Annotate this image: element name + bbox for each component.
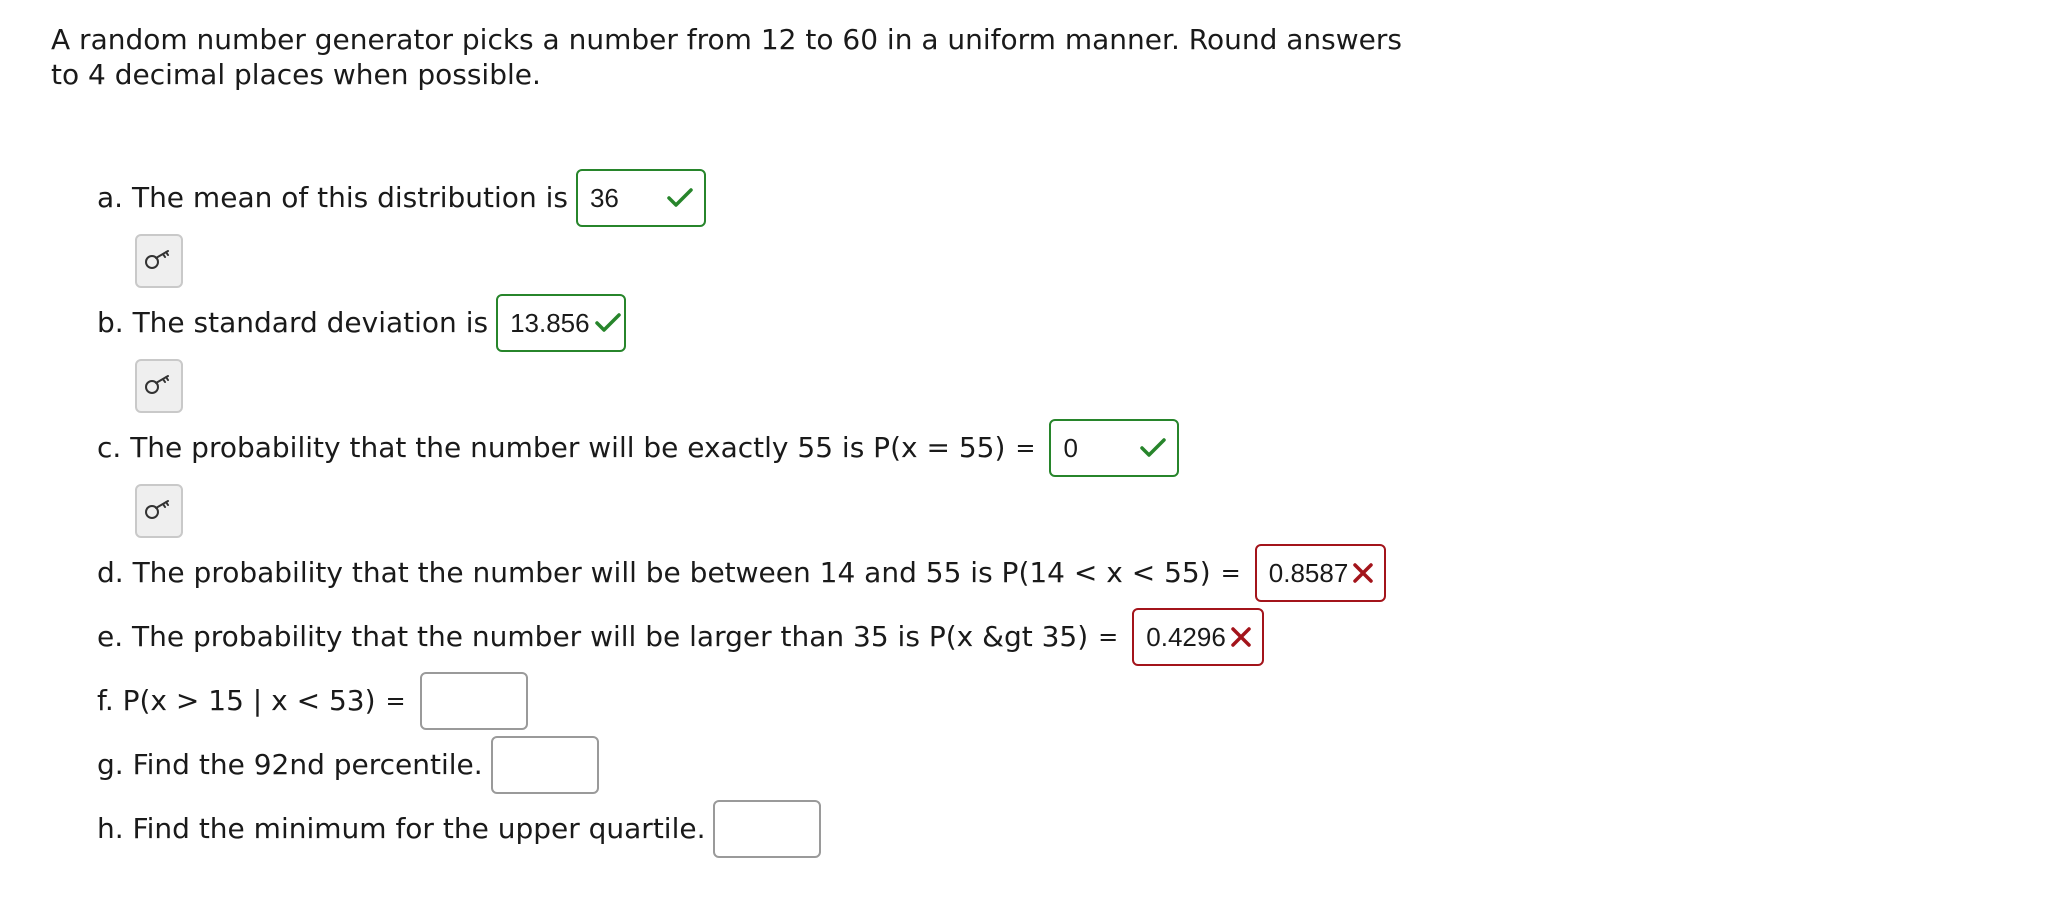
x-mark-icon	[1352, 562, 1374, 584]
question-a: a. The mean of this distribution is 36	[97, 169, 706, 227]
question-d-label: d. The probability that the number will …	[97, 556, 1211, 589]
checkmark-icon	[594, 312, 622, 334]
answer-e-field[interactable]: 0.4296	[1132, 608, 1264, 666]
answer-e-value: 0.4296	[1146, 621, 1226, 652]
question-f: f. P(x > 15 | x < 53) =	[97, 672, 528, 730]
hint-key-button-c[interactable]	[135, 484, 183, 538]
key-icon	[144, 372, 174, 400]
answer-a-value: 36	[589, 182, 619, 213]
checkmark-icon	[1139, 437, 1167, 459]
answer-d-field[interactable]: 0.8587	[1254, 544, 1387, 602]
answer-f-field[interactable]	[419, 672, 528, 730]
key-icon	[144, 497, 174, 525]
x-mark-icon	[1230, 626, 1252, 648]
question-g-label: g. Find the 92nd percentile.	[97, 748, 483, 781]
question-e-label: e. The probability that the number will …	[97, 620, 1089, 653]
question-c-label: c. The probability that the number will …	[97, 431, 1006, 464]
question-h-label: h. Find the minimum for the upper quarti…	[97, 812, 706, 845]
question-a-label: a. The mean of this distribution is	[97, 181, 568, 214]
answer-a-field[interactable]: 36	[575, 169, 706, 227]
answer-b-value: 13.856	[510, 307, 590, 338]
answer-b-field[interactable]: 13.856	[496, 294, 627, 352]
answer-h-field[interactable]	[713, 800, 822, 858]
question-c: c. The probability that the number will …	[97, 419, 1180, 477]
question-f-label: f. P(x > 15 | x < 53)	[97, 684, 376, 717]
hint-key-button-a[interactable]	[135, 234, 183, 288]
equals-sign: =	[1098, 623, 1119, 651]
question-h: h. Find the minimum for the upper quarti…	[97, 800, 822, 858]
question-b-label: b. The standard deviation is	[97, 306, 489, 339]
answer-d-value: 0.8587	[1268, 557, 1349, 588]
hint-key-button-b[interactable]	[135, 359, 183, 413]
answer-c-field[interactable]: 0	[1049, 419, 1180, 477]
equals-sign: =	[1220, 559, 1241, 587]
question-b: b. The standard deviation is 13.856	[97, 294, 627, 352]
equals-sign: =	[1015, 434, 1036, 462]
equals-sign: =	[385, 687, 406, 715]
answer-c-value: 0	[1063, 432, 1078, 463]
question-e: e. The probability that the number will …	[97, 608, 1264, 666]
checkmark-icon	[666, 187, 694, 209]
question-g: g. Find the 92nd percentile.	[97, 736, 599, 794]
key-icon	[144, 247, 174, 275]
answer-g-field[interactable]	[490, 736, 599, 794]
question-d: d. The probability that the number will …	[97, 544, 1387, 602]
problem-statement: A random number generator picks a number…	[51, 23, 1402, 91]
